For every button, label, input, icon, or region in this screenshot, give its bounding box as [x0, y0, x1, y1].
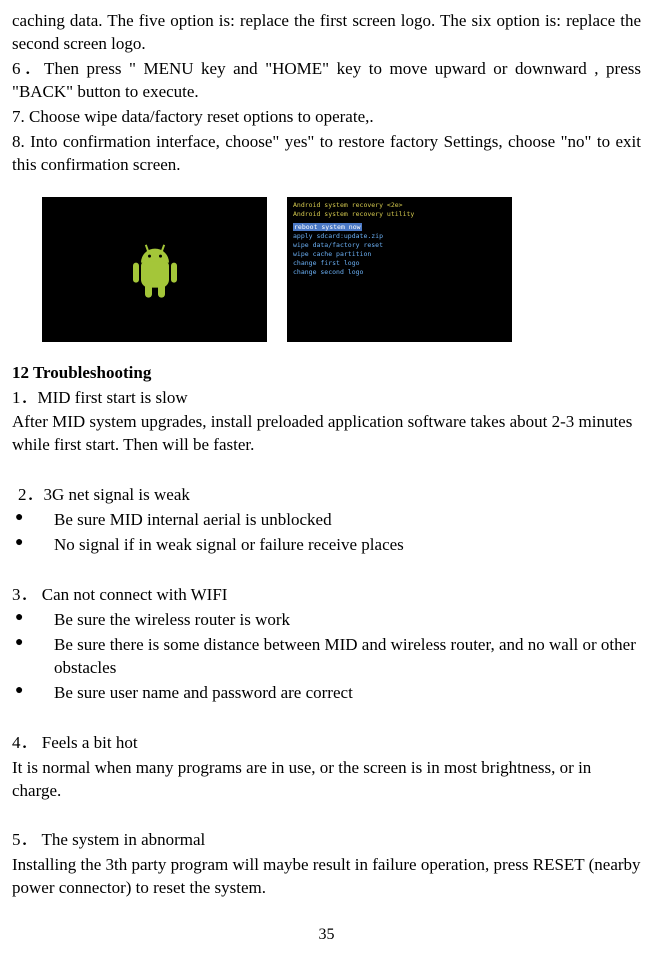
- subheading-5: 5． The system in abnormal: [12, 829, 641, 852]
- bullet-item: Be sure there is some distance between M…: [12, 634, 641, 680]
- recovery-option: wipe data/factory reset: [293, 241, 506, 250]
- paragraph-step8: 8. Into confirmation interface, choose" …: [12, 131, 641, 177]
- bullet-item: No signal if in weak signal or failure r…: [12, 534, 641, 557]
- bullet-item: Be sure the wireless router is work: [12, 609, 641, 632]
- screenshot-row: Android system recovery <2e> Android sys…: [42, 197, 641, 342]
- bullet-item: Be sure user name and password are corre…: [12, 682, 641, 705]
- recovery-header2: Android system recovery utility: [293, 210, 506, 219]
- paragraph-step6: 6．Then press " MENU key and "HOME" key t…: [12, 58, 641, 104]
- recovery-reboot-option: reboot system now: [293, 223, 362, 231]
- paragraph-1: After MID system upgrades, install prelo…: [12, 411, 641, 457]
- recovery-menu-text: Android system recovery <2e> Android sys…: [287, 197, 512, 282]
- recovery-header1: Android system recovery <2e>: [293, 201, 506, 210]
- page-number: 35: [12, 924, 641, 946]
- screenshot-android-robot: [42, 197, 267, 342]
- recovery-option: change first logo: [293, 259, 506, 268]
- bullet-item: Be sure MID internal aerial is unblocked: [12, 509, 641, 532]
- section-heading-troubleshooting: 12 Troubleshooting: [12, 362, 641, 385]
- subheading-4: 4． Feels a bit hot: [12, 732, 641, 755]
- subheading-3: 3． Can not connect with WIFI: [12, 584, 641, 607]
- recovery-option: change second logo: [293, 268, 506, 277]
- paragraph-cache-options: caching data. The five option is: replac…: [12, 10, 641, 56]
- paragraph-5: Installing the 3th party program will ma…: [12, 854, 641, 900]
- recovery-option: apply sdcard:update.zip: [293, 232, 506, 241]
- subheading-2: 2．3G net signal is weak: [12, 484, 641, 507]
- recovery-option: wipe cache partition: [293, 250, 506, 259]
- subheading-1: 1．MID first start is slow: [12, 387, 641, 410]
- screenshot-recovery-menu: Android system recovery <2e> Android sys…: [287, 197, 512, 342]
- android-robot-icon: [133, 246, 177, 298]
- paragraph-step7: 7. Choose wipe data/factory reset option…: [12, 106, 641, 129]
- paragraph-4: It is normal when many programs are in u…: [12, 757, 641, 803]
